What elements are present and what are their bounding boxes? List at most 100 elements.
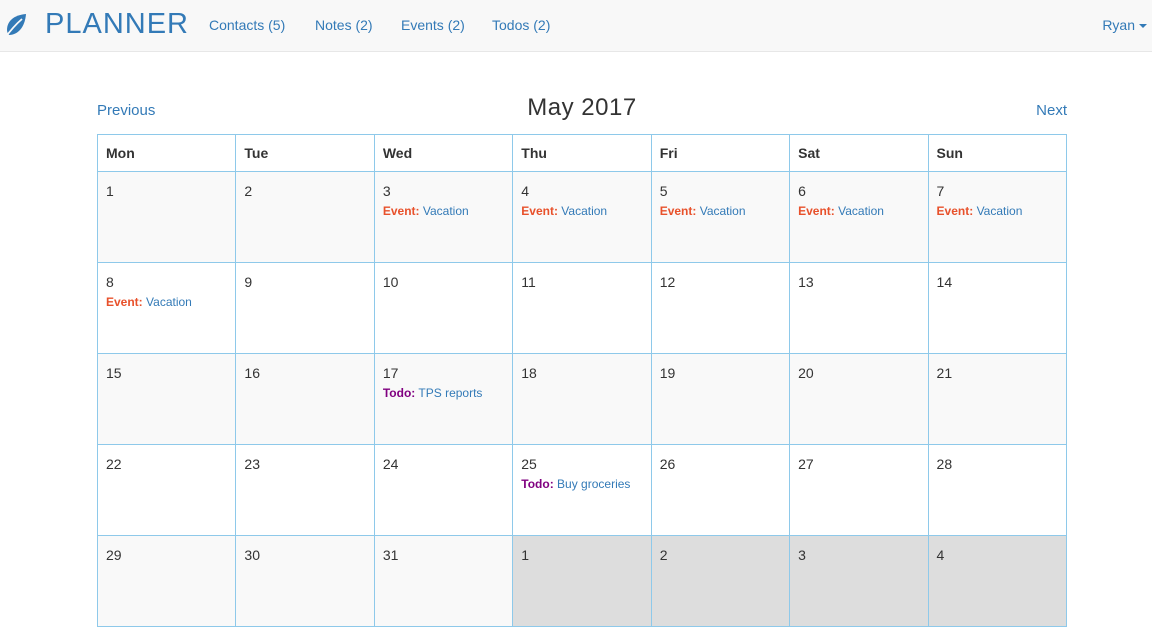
event-title-link[interactable]: Vacation <box>146 295 192 309</box>
day-number: 17 <box>382 365 399 381</box>
event-entry[interactable]: Event: Vacation <box>937 204 1058 218</box>
day-number: 27 <box>798 456 814 472</box>
day-number: 12 <box>659 274 676 290</box>
calendar-day-cell[interactable]: 17 Todo: TPS reports <box>373 353 514 445</box>
calendar-day-cell[interactable]: 19 <box>650 353 791 445</box>
calendar-header: Previous May 2017 Next <box>97 92 1067 128</box>
calendar-day-cell-other-month[interactable]: 1 <box>512 535 652 627</box>
day-number: 18 <box>521 365 537 381</box>
event-label: Event: <box>936 204 974 218</box>
todo-label: Todo: <box>521 477 554 491</box>
month-title: May 2017 <box>527 94 637 121</box>
calendar-day-cell[interactable]: 8 Event: Vacation <box>96 262 237 354</box>
day-number: 1 <box>521 547 530 563</box>
day-number: 14 <box>936 274 953 290</box>
day-number: 3 <box>382 183 391 199</box>
calendar-day-cell[interactable]: 6 Event: Vacation <box>789 171 929 263</box>
event-entry[interactable]: Event: Vacation <box>660 204 781 218</box>
calendar-day-cell[interactable]: 13 <box>789 262 929 354</box>
day-number: 3 <box>798 547 806 563</box>
day-number: 25 <box>521 456 537 472</box>
calendar-day-cell[interactable]: 29 <box>96 535 237 627</box>
calendar-day-cell[interactable]: 5 Event: Vacation <box>650 171 791 263</box>
calendar-day-cell[interactable]: 7 Event: Vacation <box>927 171 1068 263</box>
caret-down-icon <box>1139 24 1147 29</box>
day-number: 13 <box>798 274 814 290</box>
todo-label: Todo: <box>382 386 416 400</box>
calendar-day-cell[interactable]: 23 <box>235 444 375 536</box>
calendar-grid: Mon Tue Wed Thu Fri Sat Sun 1 2 3 Event: Va… <box>96 134 1068 627</box>
calendar-day-cell[interactable]: 30 <box>235 535 375 627</box>
day-number: 4 <box>521 183 530 199</box>
calendar-day-cell[interactable]: 16 <box>235 353 375 445</box>
weekday-header-row: Mon Tue Wed Thu Fri Sat Sun <box>96 134 1068 172</box>
day-number: 2 <box>659 547 668 563</box>
calendar-day-cell-other-month[interactable]: 2 <box>650 535 791 627</box>
todo-entry[interactable]: Todo: Buy groceries <box>521 477 642 491</box>
calendar-week-row: 1 2 3 Event: Vacation 4 Event: Vacation 5 Event… <box>96 171 1068 263</box>
user-menu[interactable]: Ryan <box>1102 17 1147 33</box>
brand-name: PLANNER <box>45 8 189 40</box>
day-number: 28 <box>936 456 953 472</box>
calendar-day-cell-other-month[interactable]: 3 <box>789 535 929 627</box>
calendar-day-cell[interactable]: 24 <box>373 444 514 536</box>
calendar-week-row: 22 23 24 25 Todo: Buy groceries 26 27 28 <box>96 444 1068 536</box>
weekday-header: Wed <box>373 134 514 172</box>
calendar-day-cell[interactable]: 21 <box>927 353 1068 445</box>
event-entry[interactable]: Event: Vacation <box>383 204 504 218</box>
day-number: 30 <box>244 547 260 563</box>
calendar-day-cell[interactable]: 18 <box>512 353 652 445</box>
next-month-link[interactable]: Next <box>1036 102 1067 119</box>
event-entry[interactable]: Event: Vacation <box>106 295 227 309</box>
day-number: 1 <box>106 183 114 199</box>
calendar-day-cell[interactable]: 25 Todo: Buy groceries <box>512 444 652 536</box>
calendar-day-cell[interactable]: 14 <box>927 262 1068 354</box>
day-number: 26 <box>659 456 676 472</box>
day-number: 16 <box>244 365 260 381</box>
todo-title-link[interactable]: Buy groceries <box>557 477 630 491</box>
calendar-day-cell[interactable]: 26 <box>650 444 791 536</box>
event-title-link[interactable]: Vacation <box>977 204 1023 218</box>
todo-title-link[interactable]: TPS reports <box>418 386 482 400</box>
nav-contacts[interactable]: Contacts (5) <box>209 17 285 33</box>
calendar-day-cell[interactable]: 11 <box>512 262 652 354</box>
nav-events[interactable]: Events (2) <box>401 17 465 33</box>
event-title-link[interactable]: Vacation <box>561 204 607 218</box>
day-number: 22 <box>106 456 122 472</box>
calendar-day-cell[interactable]: 15 <box>96 353 237 445</box>
calendar-day-cell[interactable]: 28 <box>927 444 1068 536</box>
calendar-week-row: 15 16 17 Todo: TPS reports 18 19 20 21 <box>96 353 1068 445</box>
calendar-day-cell[interactable]: 2 <box>235 171 375 263</box>
calendar-day-cell[interactable]: 10 <box>373 262 514 354</box>
day-number: 20 <box>798 365 814 381</box>
calendar-day-cell[interactable]: 9 <box>235 262 375 354</box>
navbar: PLANNER Contacts (5) Notes (2) Events (2… <box>0 0 1152 52</box>
calendar-day-cell[interactable]: 12 <box>650 262 791 354</box>
calendar-day-cell[interactable]: 1 <box>96 171 237 263</box>
day-number: 24 <box>382 456 399 472</box>
day-number: 31 <box>382 547 399 563</box>
event-title-link[interactable]: Vacation <box>838 204 884 218</box>
event-label: Event: <box>659 204 697 218</box>
calendar-day-cell[interactable]: 22 <box>96 444 237 536</box>
event-entry[interactable]: Event: Vacation <box>798 204 919 218</box>
calendar-day-cell[interactable]: 31 <box>373 535 514 627</box>
day-number: 19 <box>659 365 676 381</box>
calendar-day-cell[interactable]: 27 <box>789 444 929 536</box>
day-number: 29 <box>106 547 122 563</box>
todo-entry[interactable]: Todo: TPS reports <box>383 386 504 400</box>
calendar-day-cell[interactable]: 4 Event: Vacation <box>512 171 652 263</box>
event-entry[interactable]: Event: Vacation <box>521 204 642 218</box>
day-number: 2 <box>244 183 253 199</box>
nav-notes[interactable]: Notes (2) <box>315 17 373 33</box>
event-title-link[interactable]: Vacation <box>423 204 469 218</box>
event-title-link[interactable]: Vacation <box>700 204 746 218</box>
calendar-day-cell[interactable]: 20 <box>789 353 929 445</box>
day-number: 21 <box>936 365 953 381</box>
user-name: Ryan <box>1102 17 1135 33</box>
day-number: 5 <box>659 183 668 199</box>
event-label: Event: <box>382 204 420 218</box>
nav-todos[interactable]: Todos (2) <box>492 17 550 33</box>
calendar-day-cell-other-month[interactable]: 4 <box>927 535 1068 627</box>
calendar-day-cell[interactable]: 3 Event: Vacation <box>373 171 514 263</box>
